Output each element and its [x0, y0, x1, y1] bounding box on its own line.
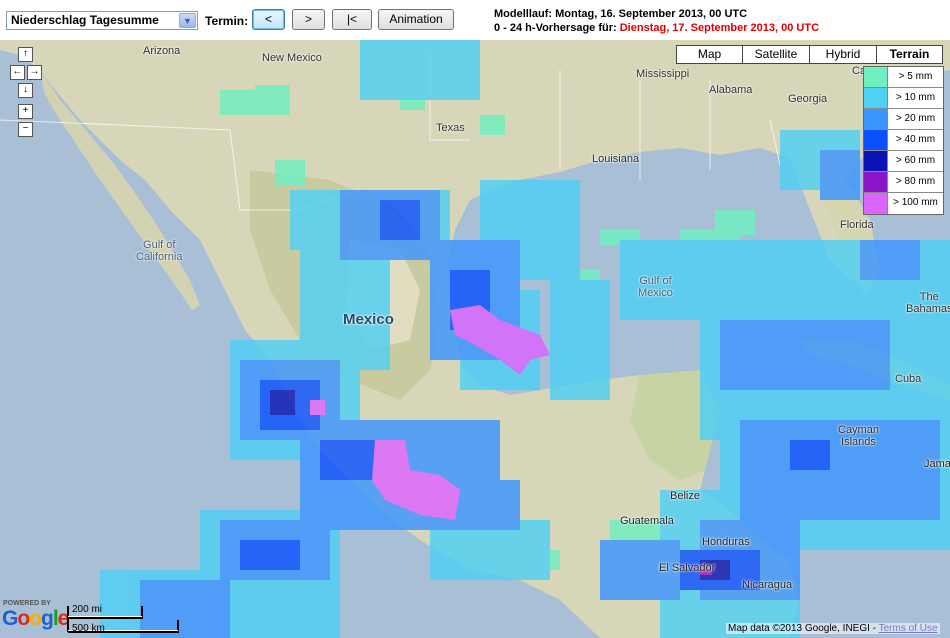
previous-button[interactable]: < [252, 9, 285, 30]
label-mississippi: Mississippi [636, 68, 690, 80]
legend-row: > 5 mm [864, 67, 943, 88]
label-honduras: Honduras [702, 536, 750, 548]
legend-row: > 40 mm [864, 130, 943, 151]
forecast-prefix: 0 - 24 h-Vorhersage für: [494, 22, 617, 34]
zoom-out-button[interactable]: − [18, 122, 33, 137]
zoom-in-button[interactable]: + [18, 104, 33, 119]
legend-row: > 100 mm [864, 193, 943, 214]
label-mexico: Mexico [343, 311, 394, 328]
map-type-terrain[interactable]: Terrain [876, 45, 943, 64]
next-button[interactable]: > [292, 9, 325, 30]
legend-label: > 40 mm [895, 134, 936, 145]
label-bahamas: The Bahamas [906, 291, 950, 315]
map-attribution: Map data ©2013 Google, INEGI - Terms of … [726, 623, 940, 634]
label-nicaragua: Nicaragua [742, 579, 793, 591]
label-alabama: Alabama [709, 84, 753, 96]
attribution-text: Map data ©2013 Google, INEGI - [728, 623, 879, 634]
label-louisiana: Louisiana [592, 153, 640, 165]
legend-swatch [864, 172, 888, 192]
legend-label: > 5 mm [898, 71, 933, 82]
legend-label: > 60 mm [895, 155, 936, 166]
label-guatemala: Guatemala [620, 515, 674, 527]
label-arizona: Arizona [143, 45, 181, 57]
label-texas: Texas [436, 122, 465, 134]
label-gulf-mexico-line2: Mexico [638, 287, 673, 299]
label-el-salvador: El Salvador [659, 562, 716, 574]
map-type-satellite[interactable]: Satellite [742, 45, 810, 64]
legend-row: > 60 mm [864, 151, 943, 172]
forecast-date: Dienstag, 17. September 2013, 00 UTC [619, 22, 820, 34]
model-run-text: Modelllauf: Montag, 16. September 2013, … [494, 8, 748, 20]
label-gulf-california-line2: California [136, 251, 183, 263]
label-florida: Florida [840, 219, 874, 231]
termin-label: Termin: [205, 14, 249, 28]
precipitation-legend: > 5 mm > 10 mm > 20 mm > 40 mm > 60 mm > 80 m… [863, 66, 944, 215]
product-select-value: Niederschlag Tagesumme [11, 13, 159, 27]
scale-miles: 200 mi [72, 604, 103, 615]
label-cayman-line2: Islands [841, 436, 876, 448]
terms-of-use-link[interactable]: Terms of Use [879, 623, 938, 634]
label-gulf-california-line1: Gulf of [143, 239, 176, 251]
legend-swatch [864, 193, 888, 214]
pan-up-button[interactable]: ↑ [18, 47, 33, 62]
first-button[interactable]: |< [332, 9, 372, 30]
label-bahamas-line1: The [919, 291, 939, 303]
map-type-map[interactable]: Map [676, 45, 743, 64]
label-cuba: Cuba [895, 373, 922, 385]
pan-down-button[interactable]: ↓ [18, 83, 33, 98]
animation-button[interactable]: Animation [378, 9, 454, 30]
label-bahamas-line2: Bahamas [906, 303, 950, 315]
label-belize: Belize [670, 490, 700, 502]
label-jamaica: Jama [924, 458, 950, 470]
label-georgia: Georgia [788, 93, 828, 105]
legend-label: > 80 mm [895, 176, 936, 187]
product-select[interactable]: Niederschlag Tagesumme ▼ [6, 11, 198, 30]
legend-swatch [864, 88, 888, 108]
powered-by-text: POWERED BY [3, 600, 51, 607]
label-gulf-mexico: Gulf of Mexico [638, 275, 673, 299]
label-gulf-mexico-line1: Gulf of [639, 275, 672, 287]
google-logo[interactable]: Google [2, 607, 69, 631]
legend-row: > 20 mm [864, 109, 943, 130]
legend-swatch [864, 109, 888, 129]
toolbar: Niederschlag Tagesumme ▼ Termin: < > |< … [0, 0, 950, 40]
pan-right-button[interactable]: → [27, 65, 42, 80]
terrain-base [0, 40, 950, 638]
legend-label: > 20 mm [895, 113, 936, 124]
label-cayman: Cayman Islands [838, 424, 879, 448]
label-new-mexico: New Mexico [262, 52, 322, 64]
map-type-hybrid[interactable]: Hybrid [809, 45, 877, 64]
scale-bar: 200 mi 500 km [66, 604, 182, 636]
map-type-control: Map Satellite Hybrid Terrain [676, 45, 943, 64]
legend-swatch [864, 67, 888, 87]
legend-swatch [864, 130, 888, 150]
map-canvas[interactable]: Arizona New Mexico Mississippi Alabama G… [0, 40, 950, 638]
legend-swatch [864, 151, 888, 171]
legend-label: > 10 mm [895, 92, 936, 103]
label-gulf-california: Gulf of California [136, 239, 182, 263]
legend-row: > 80 mm [864, 172, 943, 193]
scale-km: 500 km [72, 623, 105, 634]
legend-label: > 100 mm [893, 197, 938, 208]
pan-left-button[interactable]: ← [10, 65, 25, 80]
forecast-text: 0 - 24 h-Vorhersage für: Dienstag, 17. S… [494, 22, 819, 34]
legend-row: > 10 mm [864, 88, 943, 109]
chevron-down-icon[interactable]: ▼ [179, 13, 196, 28]
label-cayman-line1: Cayman [838, 424, 879, 436]
